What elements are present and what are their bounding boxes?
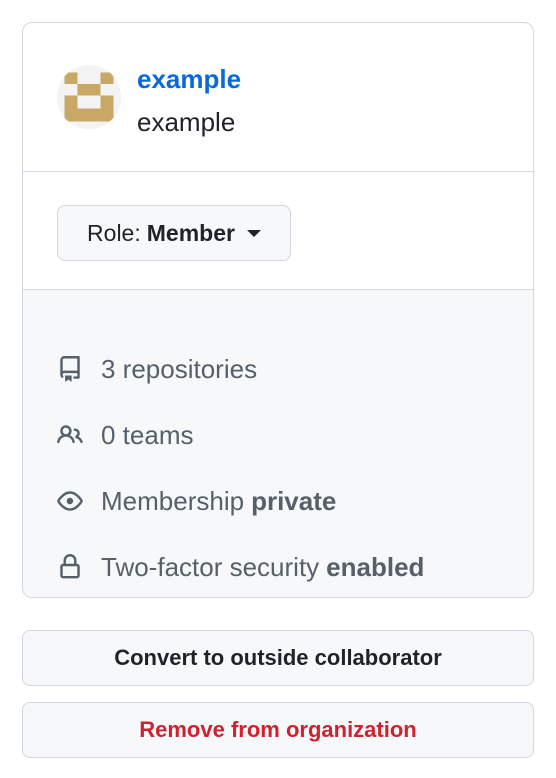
- two-factor-label: Two-factor security: [101, 551, 320, 582]
- role-value: Member: [146, 219, 235, 246]
- identicon-avatar-image: [57, 65, 121, 129]
- people-icon: [57, 425, 83, 444]
- membership-value: private: [251, 485, 337, 516]
- membership-label: Membership: [101, 485, 245, 516]
- remove-from-organization-button[interactable]: Remove from organization: [22, 702, 534, 758]
- avatar[interactable]: [57, 65, 121, 129]
- role-section: Role: Member: [23, 172, 533, 290]
- member-header: example example: [23, 23, 533, 172]
- member-full-name: example: [137, 107, 236, 137]
- two-factor-value: enabled: [326, 551, 425, 582]
- membership-row: Membership private: [57, 481, 336, 521]
- repositories-link[interactable]: 3 repositories: [101, 354, 257, 385]
- convert-to-outside-collaborator-button[interactable]: Convert to outside collaborator: [22, 630, 534, 686]
- two-factor-row: Two-factor security enabled: [57, 547, 424, 587]
- repositories-row[interactable]: 3 repositories: [57, 349, 257, 389]
- teams-row[interactable]: 0 teams: [57, 415, 194, 455]
- repo-icon: [60, 356, 80, 382]
- member-card: example example Role: Member 3 repositor…: [22, 22, 534, 598]
- role-dropdown-button[interactable]: Role: Member: [57, 205, 291, 261]
- member-details: 3 repositories 0 teams Membership privat…: [23, 290, 533, 597]
- role-prefix-label: Role:: [87, 219, 141, 246]
- eye-icon: [57, 491, 83, 511]
- lock-icon: [60, 554, 80, 579]
- member-login-link[interactable]: example: [137, 63, 241, 95]
- triangle-down-icon: [246, 229, 261, 237]
- teams-link[interactable]: 0 teams: [101, 420, 194, 451]
